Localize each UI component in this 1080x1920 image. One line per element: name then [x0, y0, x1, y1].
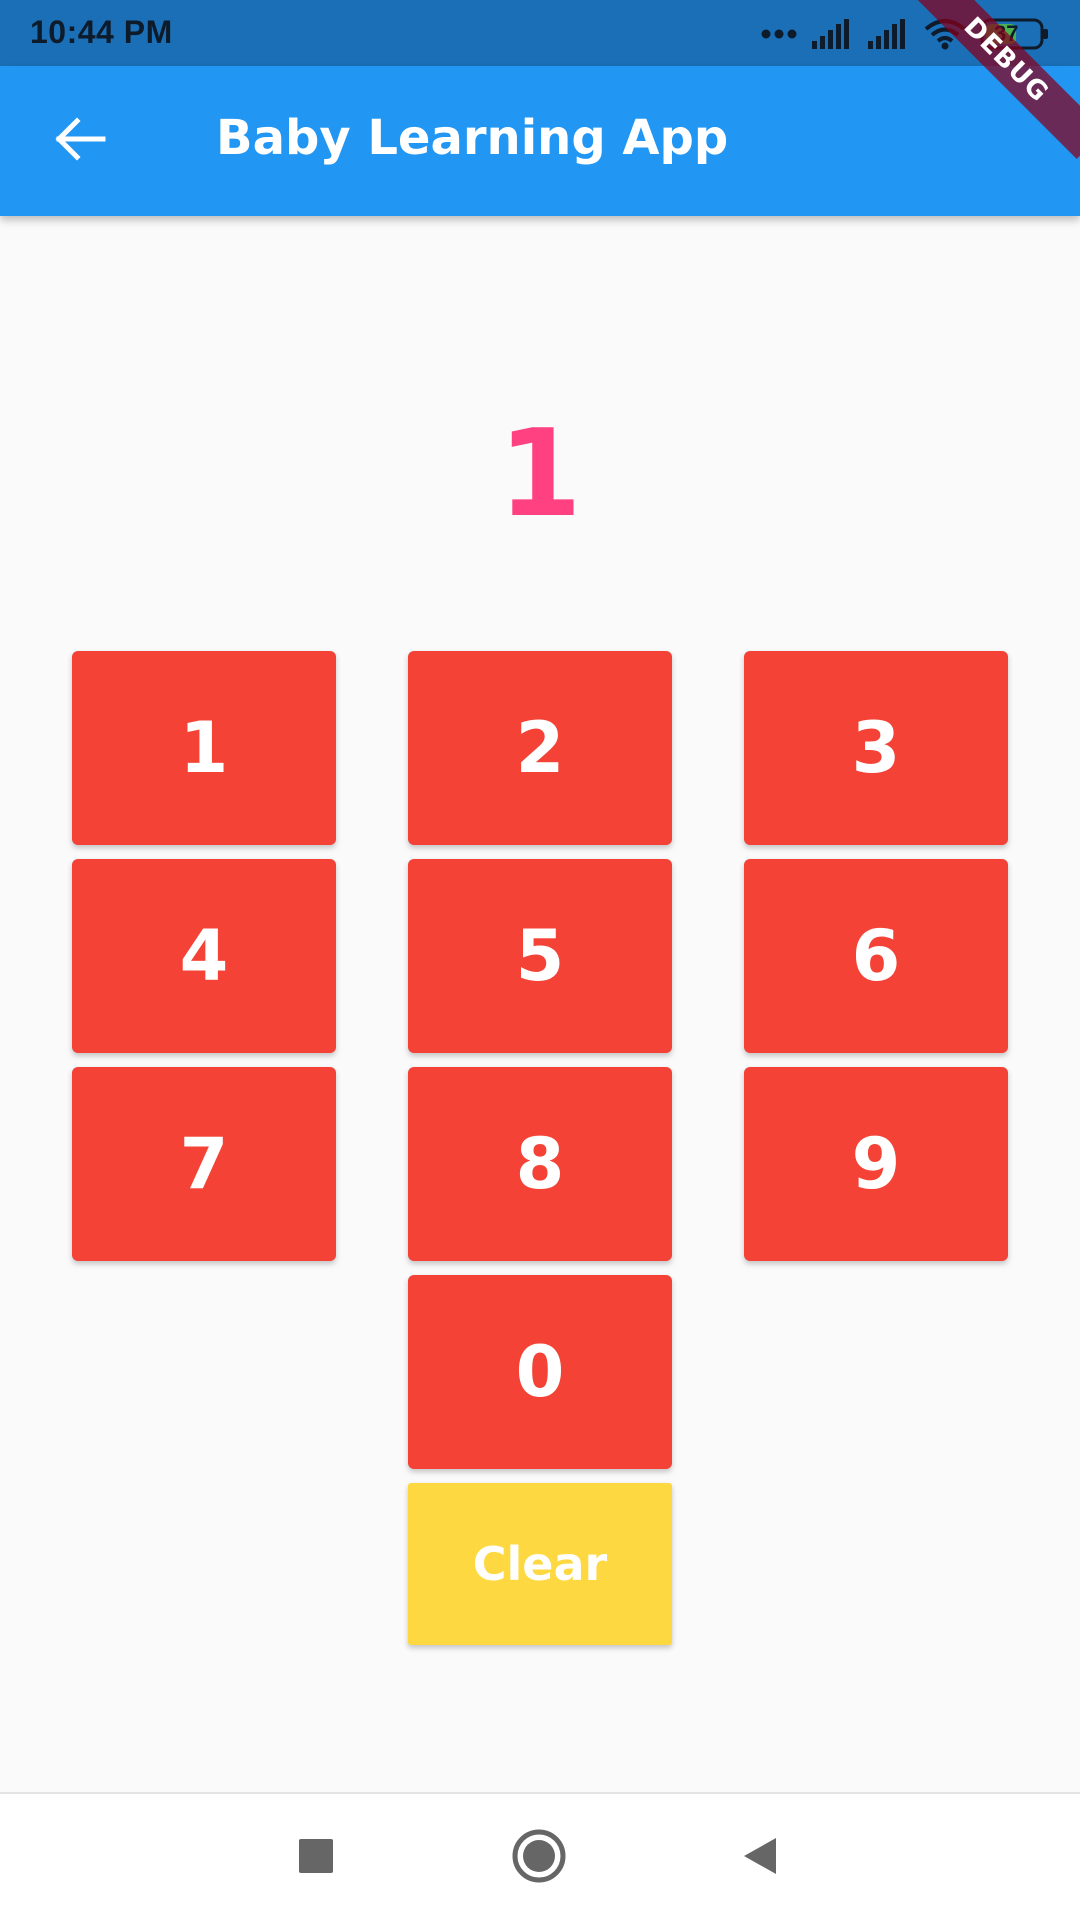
key-4[interactable]: 4 — [72, 859, 336, 1053]
key-8[interactable]: 8 — [408, 1067, 672, 1261]
back-triangle-icon — [740, 1836, 780, 1880]
signal-icon — [868, 19, 910, 49]
nav-back-button[interactable] — [720, 1818, 800, 1898]
home-button[interactable] — [499, 1818, 579, 1898]
status-time: 10:44 PM — [30, 14, 173, 50]
key-1[interactable]: 1 — [72, 651, 336, 845]
signal-icon — [812, 19, 854, 49]
arrow-left-icon — [53, 117, 107, 165]
key-5[interactable]: 5 — [408, 859, 672, 1053]
key-9[interactable]: 9 — [744, 1067, 1008, 1261]
wifi-icon — [924, 18, 966, 50]
navigation-bar — [0, 1792, 1080, 1920]
recents-square-icon — [297, 1837, 335, 1879]
app-title: Baby Learning App — [216, 110, 729, 166]
battery-icon: 37 — [980, 18, 1050, 50]
key-2[interactable]: 2 — [408, 651, 672, 845]
display-value: 1 — [498, 405, 582, 544]
key-6[interactable]: 6 — [744, 859, 1008, 1053]
back-button[interactable] — [40, 101, 120, 181]
app-bar: Baby Learning App — [0, 66, 1080, 216]
home-circle-icon — [511, 1828, 567, 1888]
status-bar: 10:44 PM 37 — [0, 0, 1080, 66]
clear-button[interactable]: Clear — [408, 1483, 672, 1645]
key-7[interactable]: 7 — [72, 1067, 336, 1261]
status-icons: 37 — [760, 14, 1050, 54]
key-3[interactable]: 3 — [744, 651, 1008, 845]
recents-button[interactable] — [276, 1818, 356, 1898]
key-0[interactable]: 0 — [408, 1275, 672, 1469]
dots-icon — [760, 28, 798, 40]
battery-level: 37 — [994, 21, 1019, 46]
